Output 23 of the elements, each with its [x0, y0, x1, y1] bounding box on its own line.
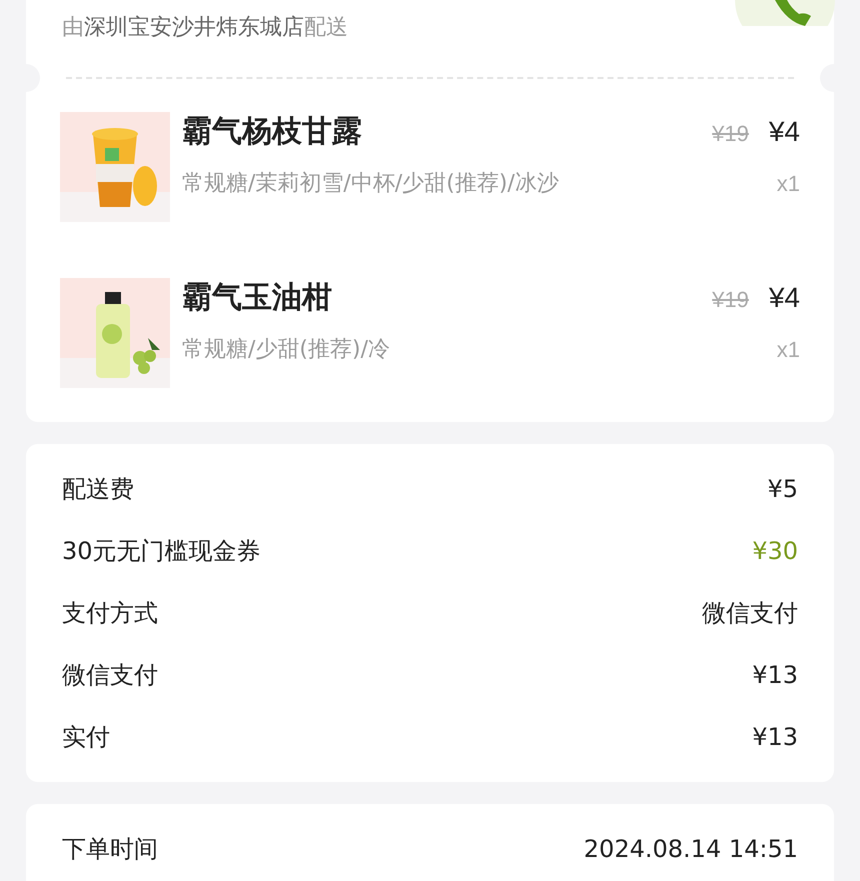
summary-value: ¥13 [752, 723, 798, 751]
quantity-text: x1 [776, 170, 800, 198]
summary-label: 支付方式 [62, 598, 158, 629]
summary-value: ¥13 [752, 661, 798, 689]
store-delivery-text: 由深圳宝安沙井炜东城店配送 [62, 14, 348, 42]
product-name: 霸气玉油柑 [182, 279, 332, 317]
summary-value: ¥5 [767, 475, 798, 503]
summary-label: 微信支付 [62, 660, 158, 691]
summary-label: 30元无门槛现金券 [62, 536, 261, 567]
info-value: 2024.08.14 14:51 [584, 835, 798, 863]
original-price: ¥19 [712, 121, 749, 147]
product-price: ¥4 [768, 116, 800, 148]
original-price: ¥19 [712, 287, 749, 313]
product-specs: 常规糖/茉莉初雪/中杯/少甜(推荐)/冰沙 [182, 170, 560, 198]
summary-label: 实付 [62, 722, 110, 753]
summary-value: ¥30 [752, 537, 798, 565]
product-specs: 常规糖/少甜(推荐)/冷 [182, 336, 391, 364]
summary-value: 微信支付 [702, 598, 798, 629]
product-price: ¥4 [768, 282, 800, 314]
product-name: 霸气杨枝甘露 [182, 113, 362, 151]
quantity-text: x1 [776, 336, 800, 364]
summary-label: 配送费 [62, 474, 134, 505]
info-label: 下单时间 [62, 834, 158, 865]
